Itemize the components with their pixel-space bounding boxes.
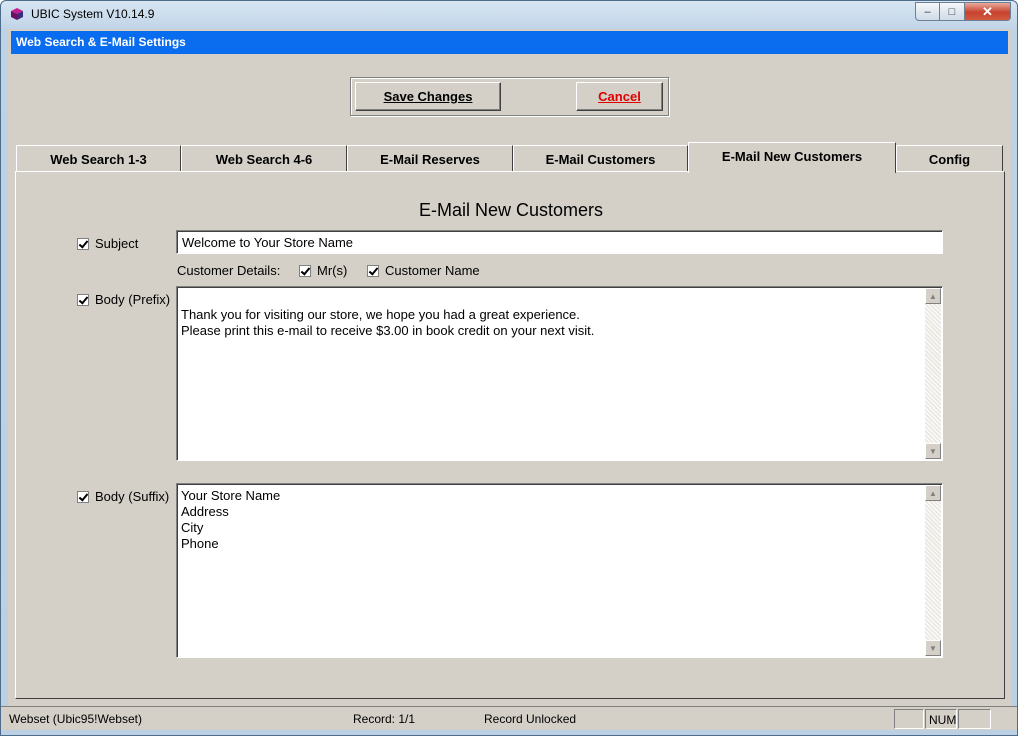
window-titlebar[interactable]: UBIC System V10.14.9 – □ ✕ (1, 1, 1017, 29)
app-window: UBIC System V10.14.9 – □ ✕ Web Search & … (0, 0, 1018, 736)
body-suffix-text: Your Store Name Address City Phone (181, 488, 281, 551)
scroll-up-arrow-icon[interactable]: ▲ (925, 288, 941, 304)
cancel-button[interactable]: Cancel (576, 82, 663, 111)
subject-checkbox-row[interactable]: Subject (77, 236, 138, 251)
customer-name-label: Customer Name (385, 263, 480, 278)
tab-email-new-customers[interactable]: E-Mail New Customers (688, 142, 896, 173)
body-prefix-label: Body (Prefix) (95, 292, 171, 307)
body-suffix-scrollbar[interactable]: ▲ ▼ (925, 485, 941, 656)
status-num: NUM (925, 709, 957, 729)
subject-input[interactable]: Welcome to Your Store Name (176, 230, 943, 254)
cancel-label: Cancel (598, 89, 641, 104)
customer-details-label: Customer Details: (177, 263, 281, 278)
save-changes-label: Save Changes (383, 89, 473, 104)
mrs-checkbox-row[interactable]: Mr(s) (299, 263, 347, 278)
status-bar: Webset (Ubic95!Webset) Record: 1/1 Recor… (1, 706, 1017, 730)
scroll-down-arrow-icon[interactable]: ▼ (925, 640, 941, 656)
close-button[interactable]: ✕ (965, 2, 1011, 21)
action-button-panel: Save Changes Cancel (350, 77, 669, 116)
customer-name-checkbox[interactable] (367, 264, 379, 277)
subject-checkbox[interactable] (77, 237, 89, 250)
body-prefix-checkbox[interactable] (77, 293, 89, 306)
email-new-customers-panel: E-Mail New Customers Subject Welcome to … (15, 171, 1005, 699)
tab-email-customers[interactable]: E-Mail Customers (513, 145, 688, 172)
form-title: Web Search & E-Mail Settings (11, 31, 1008, 54)
body-suffix-checkbox[interactable] (77, 490, 89, 503)
subject-label: Subject (95, 236, 139, 251)
maximize-button[interactable]: □ (940, 2, 965, 21)
tab-email-reserves[interactable]: E-Mail Reserves (347, 145, 513, 172)
app-logo-icon (10, 7, 24, 21)
body-suffix-textarea[interactable]: Your Store Name Address City Phone ▲ ▼ (176, 483, 943, 658)
customer-name-checkbox-row[interactable]: Customer Name (367, 263, 480, 278)
status-caps-box (894, 709, 924, 729)
subject-value: Welcome to Your Store Name (182, 235, 354, 250)
minimize-button[interactable]: – (915, 2, 940, 21)
maximize-icon: □ (948, 5, 956, 18)
tab-bar: Web Search 1-3 Web Search 4-6 E-Mail Res… (16, 142, 1004, 173)
mrs-label: Mr(s) (317, 263, 348, 278)
body-prefix-textarea[interactable]: Thank you for visiting our store, we hop… (176, 286, 943, 461)
window-title: UBIC System V10.14.9 (31, 7, 155, 21)
panel-heading: E-Mail New Customers (418, 200, 604, 220)
status-lock: Record Unlocked (484, 712, 577, 726)
body-suffix-label: Body (Suffix) (95, 489, 170, 504)
minimize-icon: – (924, 5, 931, 18)
close-icon: ✕ (982, 3, 993, 19)
tab-config[interactable]: Config (896, 145, 1003, 172)
mrs-checkbox[interactable] (299, 264, 311, 277)
status-scroll-box (958, 709, 991, 729)
status-webset: Webset (Ubic95!Webset) (9, 712, 142, 726)
save-changes-button[interactable]: Save Changes (355, 82, 501, 111)
body-suffix-checkbox-row[interactable]: Body (Suffix) (77, 489, 169, 504)
tab-web-search-4-6[interactable]: Web Search 4-6 (181, 145, 347, 172)
tab-web-search-1-3[interactable]: Web Search 1-3 (16, 145, 181, 172)
client-area: Web Search & E-Mail Settings Save Change… (8, 29, 1011, 729)
status-record: Record: 1/1 (353, 712, 416, 726)
body-prefix-scrollbar[interactable]: ▲ ▼ (925, 288, 941, 459)
body-prefix-text: Thank you for visiting our store, we hop… (181, 307, 595, 338)
scroll-up-arrow-icon[interactable]: ▲ (925, 485, 941, 501)
scroll-down-arrow-icon[interactable]: ▼ (925, 443, 941, 459)
body-prefix-checkbox-row[interactable]: Body (Prefix) (77, 292, 170, 307)
